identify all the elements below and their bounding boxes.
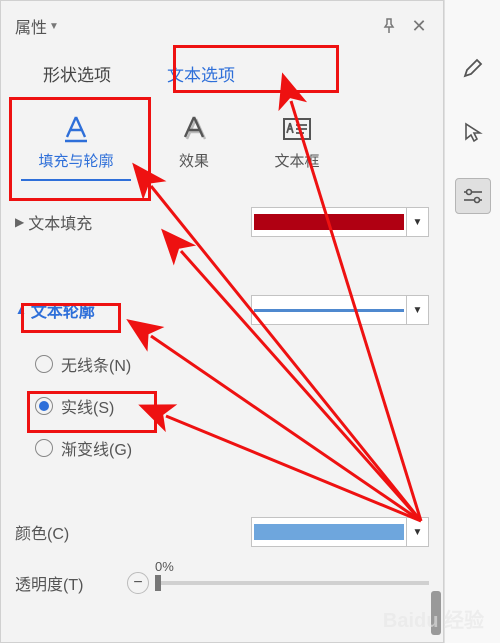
opacity-slider[interactable]: 0% [155,581,429,585]
radio-label: 实线(S) [61,394,114,418]
opacity-label: 透明度(T) [15,571,115,595]
chevron-down-icon[interactable]: ▼ [406,208,428,236]
tab-text-options[interactable]: 文本选项 [159,51,243,96]
outline-preview-swatch[interactable]: ▼ [251,295,429,325]
radio-icon [35,355,53,373]
radio-gradient-line[interactable]: 渐变线(G) [35,427,429,469]
radio-icon [35,439,53,457]
textbox-icon [282,114,312,144]
subtab-fill-outline[interactable]: 填充与轮廓 [21,114,131,181]
radio-icon [35,397,53,415]
fill-color-swatch[interactable]: ▼ [251,207,429,237]
sub-tabs: 填充与轮廓 效果 文本框 [15,114,429,181]
decrease-button[interactable]: − [127,572,149,594]
select-tool-icon[interactable] [455,114,491,150]
main-tabs: 形状选项 文本选项 [15,51,429,96]
subtab-label: 文本框 [274,150,319,171]
subtab-effects[interactable]: 效果 [159,114,229,181]
properties-panel: 属性 ▼ ✕ 形状选项 文本选项 填充与轮廓 效果 [0,0,444,643]
expand-icon: ▲ [15,303,27,317]
vertical-scrollbar[interactable] [431,1,441,642]
radio-label: 渐变线(G) [61,436,132,460]
text-outline-section: ▲ 文本轮廓 ▼ 无线条(N) 实线(S) [15,295,429,469]
section-header-text-outline[interactable]: ▲ 文本轮廓 [15,298,95,322]
panel-title: 属性 [15,14,47,38]
collapse-icon: ▶ [15,215,24,229]
opacity-value: 0% [155,559,174,574]
right-toolbar [444,0,500,643]
subtab-label: 效果 [179,150,209,171]
title-dropdown-icon[interactable]: ▼ [49,21,59,32]
close-icon[interactable]: ✕ [409,16,429,36]
outline-color-swatch[interactable]: ▼ [251,517,429,547]
pin-icon[interactable] [379,16,399,36]
opacity-row: 透明度(T) − 0% [15,571,429,595]
radio-label: 无线条(N) [61,352,131,376]
outline-type-radios: 无线条(N) 实线(S) 渐变线(G) [15,343,429,469]
text-effect-icon [179,114,209,144]
color-section: 颜色(C) ▼ [15,517,429,547]
chevron-down-icon[interactable]: ▼ [406,518,428,546]
subtab-label: 填充与轮廓 [38,150,113,171]
radio-solid-line[interactable]: 实线(S) [35,385,429,427]
text-fill-section: ▶ 文本填充 ▼ [15,207,429,237]
settings-tool-icon[interactable] [455,178,491,214]
subtab-textbox[interactable]: 文本框 [257,114,337,181]
radio-no-line[interactable]: 无线条(N) [35,343,429,385]
slider-thumb[interactable] [155,575,161,591]
panel-header: 属性 ▼ ✕ [15,9,429,43]
tab-shape-options[interactable]: 形状选项 [35,51,119,96]
watermark: Baidu 经验 [383,604,484,633]
section-title: 文本轮廓 [31,298,95,322]
section-title: 文本填充 [28,210,92,234]
edit-tool-icon[interactable] [455,50,491,86]
section-header-text-fill[interactable]: ▶ 文本填充 [15,210,92,234]
chevron-down-icon[interactable]: ▼ [406,296,428,324]
text-fill-icon [61,114,91,144]
color-label: 颜色(C) [15,520,115,544]
